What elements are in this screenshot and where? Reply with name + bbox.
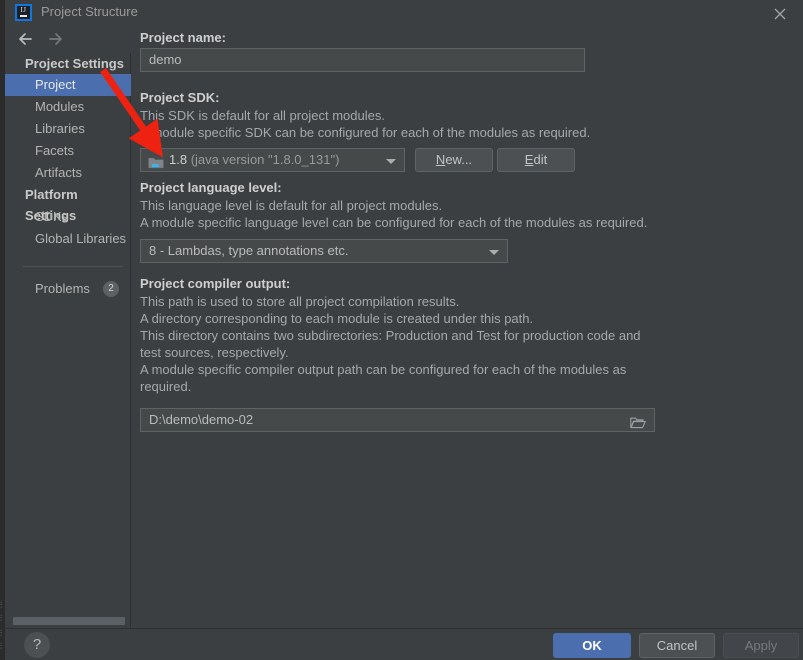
settings-sidebar: Project Settings Project Modules Librari… — [5, 53, 131, 628]
sidebar-item-label: Libraries — [35, 121, 85, 136]
compiler-output-path-input[interactable]: D:\demo\demo-02 — [140, 408, 655, 432]
java-sdk-folder-icon — [148, 154, 164, 169]
sidebar-item-problems[interactable]: Problems 2 — [5, 278, 131, 300]
folder-browse-icon[interactable] — [630, 414, 647, 429]
compiler-output-path-value: D:\demo\demo-02 — [149, 412, 254, 427]
window-title: Project Structure — [41, 4, 138, 19]
sidebar-item-label: Facets — [35, 143, 75, 158]
project-sdk-description-line-2: A module specific SDK can be configured … — [140, 125, 591, 140]
problems-count-badge: 2 — [103, 281, 119, 297]
sidebar-item-facets[interactable]: Facets — [5, 140, 131, 162]
sidebar-item-modules[interactable]: Modules — [5, 96, 131, 118]
sidebar-item-label: Modules — [35, 99, 85, 114]
sidebar-item-libraries[interactable]: Libraries — [5, 118, 131, 140]
sidebar-horizontal-scrollbar[interactable] — [5, 614, 130, 628]
compiler-output-description-line-1: This path is used to store all project c… — [140, 294, 460, 309]
compiler-output-description-line-6: required. — [140, 379, 192, 394]
new-sdk-button[interactable]: New... — [415, 148, 493, 172]
sidebar-divider — [23, 266, 123, 267]
title-bar: IJ Project Structure — [5, 0, 803, 25]
apply-button: Apply — [723, 633, 799, 658]
sidebar-item-label: Global Libraries — [35, 231, 127, 246]
sidebar-item-sdks[interactable]: SDKs — [5, 206, 131, 228]
sidebar-item-global-libraries[interactable]: Global Libraries — [5, 228, 131, 250]
compiler-output-description-line-2: A directory corresponding to each module… — [140, 311, 534, 326]
project-settings-panel: Project name: demo Project SDK: This SDK… — [132, 25, 803, 628]
arrow-left-icon[interactable] — [15, 30, 37, 48]
edit-sdk-button[interactable]: Edit — [497, 148, 575, 172]
language-level-label: Project language level: — [140, 180, 282, 195]
compiler-output-description-line-5: A module specific compiler output path c… — [140, 362, 627, 377]
sidebar-item-artifacts[interactable]: Artifacts — [5, 162, 131, 184]
compiler-output-description-line-4: test sources, respectively. — [140, 345, 289, 360]
navigation-toolbar — [5, 25, 131, 53]
project-structure-dialog: ⫶ ⫶ ⫶ ⫶ IJ Project Structure Project Set… — [0, 0, 803, 660]
sidebar-item-label: Artifacts — [35, 165, 82, 180]
compiler-output-description-line-3: This directory contains two subdirectori… — [140, 328, 641, 343]
language-level-dropdown[interactable]: 8 - Lambdas, type annotations etc. — [140, 239, 508, 263]
language-level-value: 8 - Lambdas, type annotations etc. — [149, 243, 349, 258]
project-name-label: Project name: — [140, 30, 226, 45]
sidebar-item-label: Project — [35, 77, 76, 92]
chevron-down-icon — [489, 250, 499, 255]
sidebar-item-label: Problems — [35, 281, 90, 296]
new-sdk-button-mnemonic: N — [435, 152, 446, 167]
close-icon[interactable] — [765, 2, 795, 24]
cancel-button[interactable]: Cancel — [639, 633, 715, 658]
project-sdk-description-line-1: This SDK is default for all project modu… — [140, 108, 385, 123]
new-sdk-button-label-rest: ew... — [445, 152, 473, 167]
dialog-footer: ? OK Cancel Apply — [5, 628, 803, 660]
arrow-right-icon[interactable] — [45, 30, 67, 48]
ok-button[interactable]: OK — [553, 633, 631, 658]
project-sdk-dropdown[interactable]: 1.8 (java version "1.8.0_131") — [140, 148, 405, 172]
sidebar-group-header-platform-settings: Platform Settings — [25, 187, 78, 223]
intellij-idea-logo-icon: IJ — [15, 4, 32, 21]
language-level-description-line-1: This language level is default for all p… — [140, 198, 443, 213]
project-name-input[interactable]: demo — [140, 48, 585, 72]
project-sdk-version: 1.8 — [169, 152, 188, 167]
language-level-description-line-2: A module specific language level can be … — [140, 215, 648, 230]
sidebar-item-project[interactable]: Project — [5, 74, 131, 96]
help-button[interactable]: ? — [24, 632, 50, 658]
project-sdk-label: Project SDK: — [140, 90, 220, 105]
project-sdk-detail: (java version "1.8.0_131") — [190, 152, 340, 167]
compiler-output-label: Project compiler output: — [140, 276, 291, 291]
edit-sdk-button-label-rest: dit — [533, 152, 548, 167]
chevron-down-icon — [386, 159, 396, 164]
sidebar-group-header-project-settings: Project Settings — [25, 56, 124, 71]
sidebar-item-label: SDKs — [35, 209, 69, 224]
scrollbar-thumb[interactable] — [13, 617, 125, 625]
